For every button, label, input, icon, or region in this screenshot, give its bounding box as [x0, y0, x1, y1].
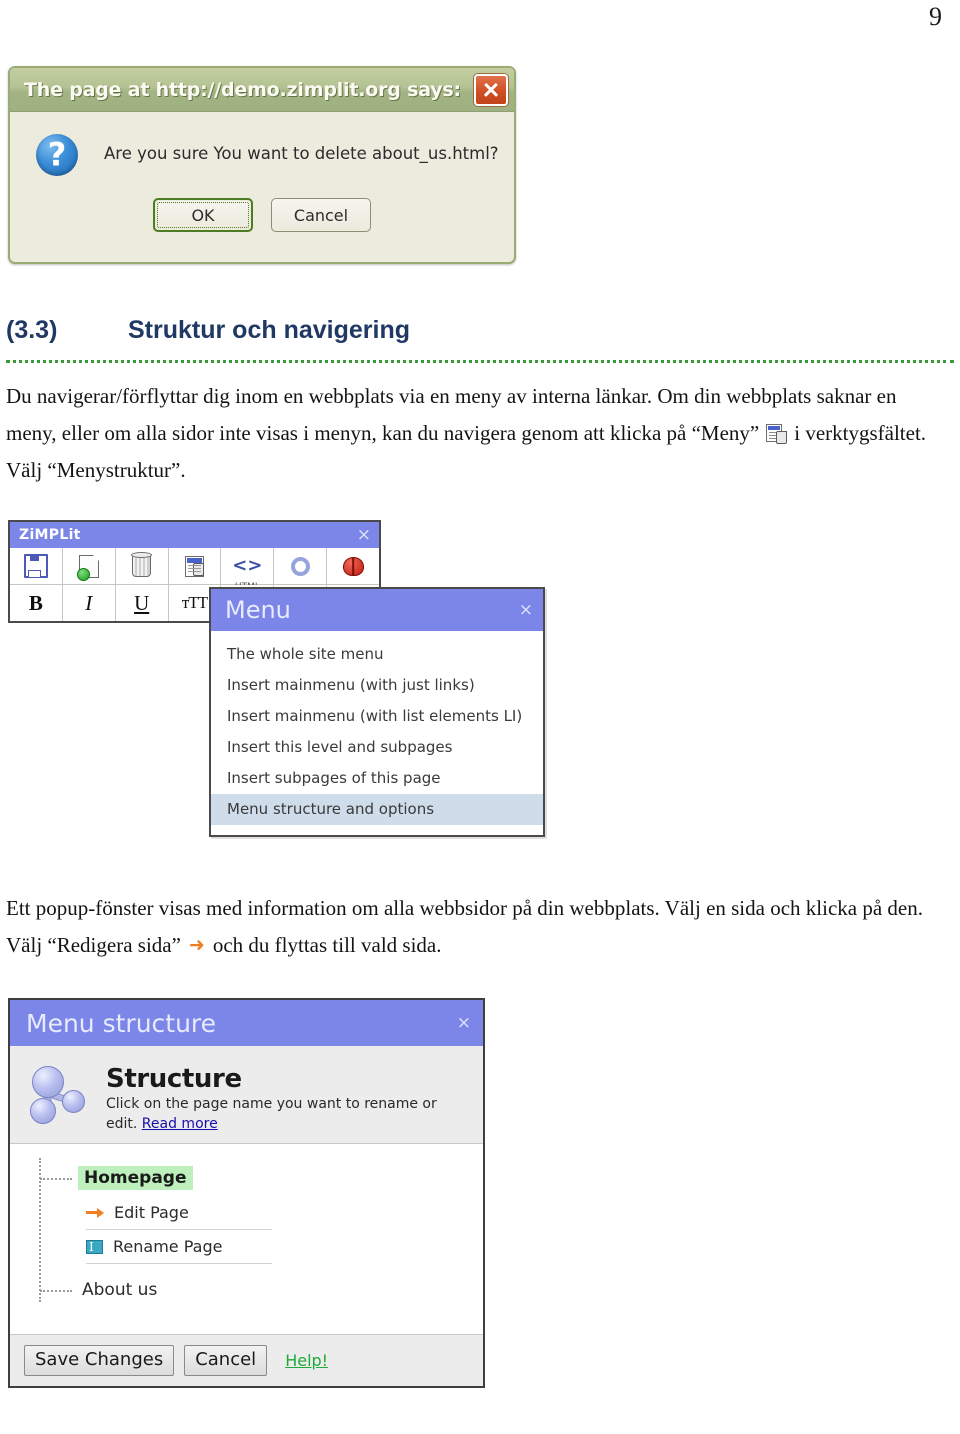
arrow-right-icon	[86, 1206, 104, 1220]
section-title: Struktur och navigering	[128, 316, 410, 344]
settings-button[interactable]	[274, 548, 328, 584]
paragraph-two: Ett popup-fönster visas med information …	[6, 890, 946, 964]
edit-page-action[interactable]: Edit Page	[86, 1196, 272, 1230]
text-cursor-icon	[86, 1239, 103, 1254]
browser-alert-dialog: The page at http://demo.zimplit.org says…	[8, 66, 516, 264]
save-icon	[23, 554, 48, 578]
section-number: (3.3)	[6, 316, 58, 344]
menu-item-whole-site-menu[interactable]: The whole site menu	[211, 639, 543, 670]
molecule-icon	[28, 1064, 92, 1132]
menu-popup-title: Menu	[225, 596, 291, 624]
italic-icon: I	[85, 590, 93, 615]
tree-row-about-us: About us	[34, 1278, 483, 1302]
heading-divider	[6, 360, 954, 363]
menu-popup-window: Menu × The whole site menu Insert mainme…	[209, 587, 545, 837]
close-icon[interactable]: ×	[457, 1014, 471, 1032]
zimplit-titlebar: ZiMPLit ×	[10, 522, 379, 548]
close-icon[interactable]: ×	[519, 601, 533, 619]
html-code-icon: <>	[232, 555, 263, 576]
delete-page-button[interactable]	[115, 548, 169, 584]
structure-titlebar: Menu structure ×	[10, 1000, 483, 1046]
bold-icon: B	[28, 590, 43, 615]
paragraph-one: Du navigerar/förflyttar dig inom en webb…	[6, 378, 946, 489]
menu-item-insert-level-subpages[interactable]: Insert this level and subpages	[211, 732, 543, 763]
alert-title: The page at http://demo.zimplit.org says…	[24, 78, 461, 101]
read-more-link[interactable]: Read more	[142, 1116, 218, 1132]
underline-button[interactable]: U	[115, 585, 169, 621]
close-icon[interactable]	[474, 73, 508, 106]
cancel-button[interactable]: Cancel	[271, 198, 371, 232]
arrow-right-icon: ➜	[188, 934, 205, 956]
trash-icon	[131, 551, 153, 577]
tree-tick	[40, 1290, 72, 1292]
tree-row-homepage: Homepage	[34, 1166, 483, 1190]
gear-icon	[290, 556, 310, 576]
structure-title: Menu structure	[26, 1008, 217, 1038]
page-tree: Homepage Edit Page Rename Page About us	[10, 1144, 483, 1334]
html-code-button[interactable]: <>HTML	[221, 548, 275, 592]
structure-header: Structure Click on the page name you wan…	[10, 1046, 483, 1144]
paragraph-one-text-a: Du navigerar/förflyttar dig inom en webb…	[6, 384, 897, 445]
menu-item-insert-mainmenu-links[interactable]: Insert mainmenu (with just links)	[211, 670, 543, 701]
structure-footer: Save Changes Cancel Help!	[10, 1334, 483, 1386]
menu-toolbar-icon	[766, 424, 788, 444]
italic-button[interactable]: I	[62, 585, 116, 621]
new-page-icon	[76, 554, 99, 581]
menu-icon	[185, 555, 204, 577]
structure-hint: Click on the page name you want to renam…	[106, 1094, 469, 1134]
debug-button[interactable]	[327, 548, 380, 584]
alert-body: ? Are you sure You want to delete about_…	[10, 112, 514, 176]
underline-icon: U	[134, 590, 150, 615]
alert-message: Are you sure You want to delete about_us…	[104, 144, 499, 163]
question-icon: ?	[36, 134, 78, 176]
toolbar-row-primary: <>HTML	[10, 548, 380, 592]
help-link[interactable]: Help!	[285, 1351, 328, 1370]
paragraph-two-text-a: Ett popup-fönster visas med information …	[6, 896, 923, 957]
save-button[interactable]	[10, 548, 63, 584]
paragraph-two-text-b: och du flyttas till vald sida.	[212, 933, 442, 957]
question-glyph: ?	[47, 135, 67, 174]
font-size-icon: тTT	[181, 593, 208, 612]
structure-header-text: Structure Click on the page name you wan…	[106, 1060, 469, 1134]
zimplit-title: ZiMPLit	[19, 527, 81, 543]
menu-popup-titlebar: Menu ×	[211, 589, 543, 631]
menu-item-insert-subpages[interactable]: Insert subpages of this page	[211, 763, 543, 794]
tree-node-homepage[interactable]: Homepage	[78, 1166, 193, 1190]
new-page-button[interactable]	[62, 548, 116, 584]
section-heading: (3.3) Struktur och navigering	[6, 316, 954, 345]
rename-page-label: Rename Page	[113, 1237, 223, 1256]
page-number: 9	[929, 2, 942, 31]
menu-item-menu-structure-options[interactable]: Menu structure and options	[211, 794, 543, 825]
alert-button-row: OK Cancel	[10, 198, 514, 232]
tree-tick	[40, 1178, 72, 1180]
structure-heading: Structure	[106, 1064, 242, 1094]
edit-page-label: Edit Page	[114, 1203, 189, 1222]
alert-titlebar: The page at http://demo.zimplit.org says…	[10, 68, 514, 112]
rename-page-action[interactable]: Rename Page	[86, 1230, 272, 1264]
cancel-button[interactable]: Cancel	[184, 1345, 268, 1376]
menu-structure-dialog: Menu structure × Structure Click on the …	[8, 998, 485, 1388]
menu-popup-list: The whole site menu Insert mainmenu (wit…	[211, 631, 543, 835]
ok-button[interactable]: OK	[153, 198, 253, 232]
menu-item-insert-mainmenu-li[interactable]: Insert mainmenu (with list elements LI)	[211, 701, 543, 732]
tree-node-about-us[interactable]: About us	[78, 1278, 161, 1302]
close-icon[interactable]: ×	[357, 526, 371, 544]
save-changes-button[interactable]: Save Changes	[24, 1345, 175, 1376]
ladybug-icon	[342, 556, 364, 576]
bold-button[interactable]: B	[10, 585, 63, 621]
menu-button[interactable]	[168, 548, 222, 584]
